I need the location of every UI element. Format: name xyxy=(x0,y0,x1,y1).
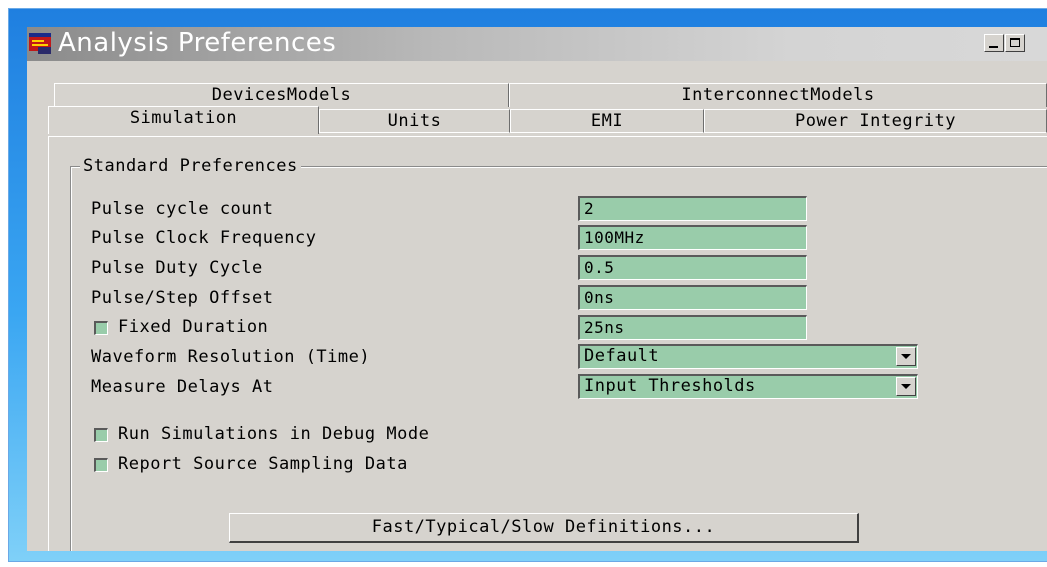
report-sampling-checkbox[interactable] xyxy=(94,458,108,472)
tab-devices-models[interactable]: DevicesModels xyxy=(54,83,509,107)
pulse-clock-frequency-label: Pulse Clock Frequency xyxy=(91,228,317,248)
chevron-down-icon[interactable] xyxy=(896,347,916,366)
measure-delays-select[interactable]: Input Thresholds xyxy=(578,374,918,399)
tab-simulation[interactable]: Simulation xyxy=(48,106,319,134)
pulse-step-offset-label: Pulse/Step Offset xyxy=(91,288,274,308)
report-sampling-label: Report Source Sampling Data xyxy=(118,454,408,474)
fixed-duration-label: Fixed Duration xyxy=(118,317,269,337)
group-title: Standard Preferences xyxy=(80,154,301,178)
pulse-cycle-count-label: Pulse cycle count xyxy=(91,199,274,219)
minimize-icon[interactable] xyxy=(984,34,1004,52)
fixed-duration-field[interactable]: 25ns xyxy=(578,315,807,340)
waveform-resolution-select[interactable]: Default xyxy=(578,344,918,369)
window-title: Analysis Preferences xyxy=(58,28,337,58)
fixed-duration-checkbox[interactable] xyxy=(94,321,108,335)
tab-emi[interactable]: EMI xyxy=(510,109,704,133)
waveform-resolution-value: Default xyxy=(584,346,660,366)
pulse-cycle-count-field[interactable]: 2 xyxy=(578,196,807,221)
title-bar[interactable]: Analysis Preferences xyxy=(27,27,1047,61)
maximize-icon[interactable] xyxy=(1005,34,1025,52)
debug-mode-checkbox[interactable] xyxy=(94,428,108,442)
tab-power-integrity[interactable]: Power Integrity xyxy=(704,109,1047,133)
pulse-step-offset-field[interactable]: 0ns xyxy=(578,285,807,310)
tab-interconnect-models[interactable]: InterconnectModels xyxy=(509,83,1047,107)
waveform-resolution-label: Waveform Resolution (Time) xyxy=(91,347,371,367)
pulse-duty-cycle-field[interactable]: 0.5 xyxy=(578,255,807,280)
preferences-dialog: Analysis Preferences DevicesModels Inter… xyxy=(27,27,1047,551)
measure-delays-label: Measure Delays At xyxy=(91,377,274,397)
fast-typical-slow-definitions-button[interactable]: Fast/Typical/Slow Definitions... xyxy=(229,513,859,543)
app-window-icon xyxy=(29,33,51,54)
pulse-clock-frequency-field[interactable]: 100MHz xyxy=(578,225,807,250)
pulse-duty-cycle-label: Pulse Duty Cycle xyxy=(91,258,263,278)
chevron-down-icon[interactable] xyxy=(896,377,916,396)
tab-units[interactable]: Units xyxy=(319,109,510,133)
debug-mode-label: Run Simulations in Debug Mode xyxy=(118,424,430,444)
measure-delays-value: Input Thresholds xyxy=(584,376,756,396)
